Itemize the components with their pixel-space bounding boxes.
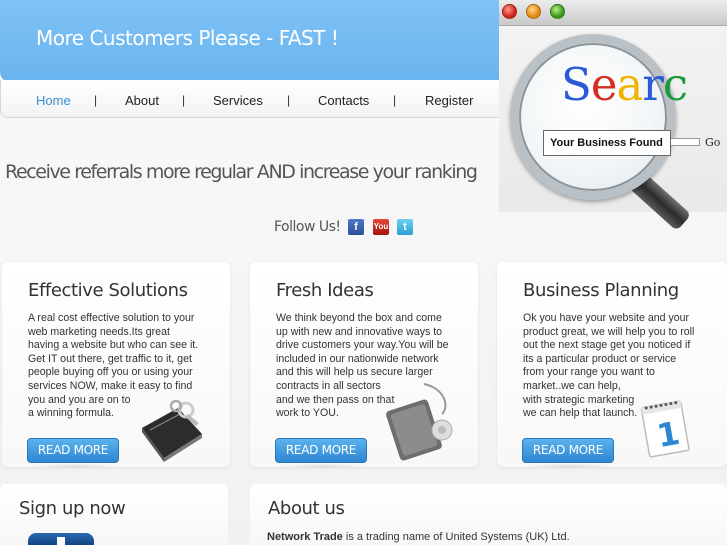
about-title: About us [268, 498, 345, 519]
nav-item-about[interactable]: About [125, 93, 159, 108]
panel-title: Business Planning [523, 280, 679, 301]
main-nav: Home | About | Services | Contacts | Reg… [0, 80, 500, 118]
button-reflection [527, 464, 611, 468]
logo-letter: S [561, 58, 592, 111]
nav-item-register[interactable]: Register [425, 93, 473, 108]
nav-separator: | [182, 93, 186, 107]
signup-title: Sign up now [19, 498, 126, 519]
promo-search-field: Your Business Found [543, 130, 671, 156]
tagline: Receive referrals more regular AND incre… [5, 161, 478, 183]
nav-separator: | [94, 93, 98, 107]
about-description: is a trading name of United Systems (UK)… [342, 531, 570, 543]
header-banner: More Customers Please - FAST ! [0, 0, 500, 82]
promo-go-label: Go [705, 136, 721, 149]
button-reflection [32, 464, 116, 468]
read-more-button[interactable]: READ MORE [27, 438, 119, 463]
panel-title: Fresh Ideas [276, 280, 374, 301]
logo-letter: r [642, 58, 663, 111]
nav-item-contacts[interactable]: Contacts [318, 93, 369, 108]
logo-letter: a [616, 58, 643, 111]
youtube-icon[interactable]: You [373, 219, 389, 235]
nav-separator: | [393, 93, 397, 107]
nav-separator: | [287, 93, 291, 107]
browser-titlebar [499, 0, 727, 26]
calendar-icon: 1 [640, 400, 690, 458]
ipod-icon [386, 383, 453, 461]
facebook-icon[interactable]: f [348, 219, 364, 235]
about-brand: Network Trade [267, 531, 343, 543]
read-more-button[interactable]: READ MORE [275, 438, 367, 463]
nav-item-home[interactable]: Home [36, 93, 71, 108]
maximize-window-icon [550, 4, 565, 19]
button-reflection [280, 464, 364, 468]
about-text: Network Trade is a trading name of Unite… [267, 531, 570, 543]
minimize-window-icon [526, 4, 541, 19]
hard-drive-keys-icon [142, 399, 202, 462]
signup-facebook-icon[interactable] [28, 533, 94, 545]
panel-title: Effective Solutions [28, 280, 188, 301]
close-window-icon [502, 4, 517, 19]
follow-us-label: Follow Us! [274, 219, 341, 235]
logo-letter: c [662, 58, 688, 111]
search-logo-word: Searc [561, 58, 688, 111]
logo-letter: e [590, 58, 618, 111]
site-title: More Customers Please - FAST ! [36, 26, 339, 50]
nav-item-services[interactable]: Services [213, 93, 263, 108]
twitter-icon[interactable]: t [397, 219, 413, 235]
read-more-button[interactable]: READ MORE [522, 438, 614, 463]
panel-business-planning: Business Planning Ok you have your websi… [497, 262, 727, 468]
promo-search-field-edge [671, 138, 700, 146]
panel-fresh-ideas: Fresh Ideas We think beyond the box and … [250, 262, 478, 468]
panel-effective-solutions: Effective Solutions A real cost effectiv… [2, 262, 230, 468]
